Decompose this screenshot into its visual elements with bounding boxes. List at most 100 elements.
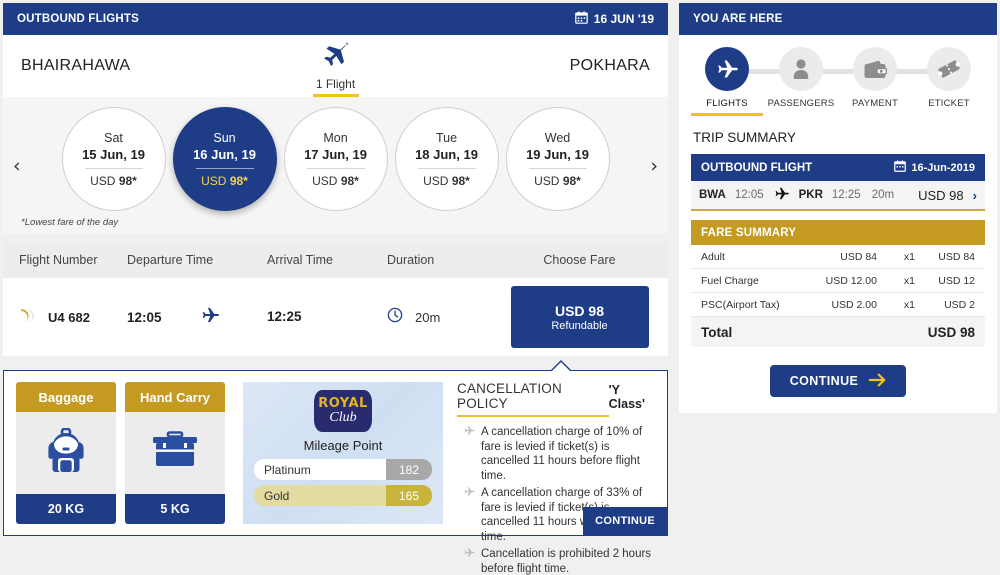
table-row[interactable]: U4 682 12:05 12:25 20m USD 98 Refundable — [3, 278, 668, 356]
continue-button-wrapper: CONTINUE — [691, 365, 985, 397]
origin-time: 12:05 — [734, 189, 764, 201]
briefcase-icon — [151, 430, 199, 476]
plane-icon — [705, 47, 749, 91]
cancellation-policy-title: CANCELLATION POLICY — [457, 381, 609, 417]
wallet-icon — [853, 47, 897, 91]
arrival-time-value: 12:25 — [267, 309, 302, 324]
date-option-3[interactable]: Tue 18 Jun, 19 USD 98* — [394, 107, 499, 211]
baggage-card: Baggage 20 KG — [16, 382, 116, 524]
date-option-fare: USD 98* — [534, 174, 581, 188]
step-active-underline — [691, 113, 763, 116]
plane-bullet-icon — [463, 547, 475, 575]
trip-summary-flight-row[interactable]: BWA 12:05 PKR 12:25 20m USD 98 › — [691, 181, 985, 211]
summary-card: TRIP SUMMARY OUTBOUND FLIGHT 16-Jun-2019… — [679, 116, 997, 413]
fare-summary-header: FARE SUMMARY — [691, 220, 985, 245]
date-option-dow: Sat — [104, 131, 123, 145]
step-passengers[interactable]: PASSENGERS — [765, 47, 837, 116]
detail-continue-button[interactable]: CONTINUE — [583, 507, 667, 535]
date-option-0[interactable]: Sat 15 Jun, 19 USD 98* — [61, 107, 166, 211]
outbound-header-title: OUTBOUND FLIGHTS — [17, 13, 140, 25]
mileage-tier-gold: Gold 165 — [254, 485, 432, 506]
fare-row-label: Adult — [701, 250, 725, 263]
destination-city: POKHARA — [569, 57, 650, 74]
step-payment[interactable]: PAYMENT — [839, 47, 911, 116]
fare-total-row: Total USD 98 — [691, 317, 985, 347]
hand-carry-title: Hand Carry — [125, 382, 225, 412]
fare-summary-title: FARE SUMMARY — [701, 226, 797, 239]
mileage-tier-list: Platinum 182 Gold 165 — [254, 459, 432, 506]
date-option-divider — [528, 168, 587, 169]
trip-summary-title: TRIP SUMMARY — [693, 130, 797, 145]
outbound-flight-date-text: 16-Jun-2019 — [911, 161, 975, 174]
hand-carry-weight: 5 KG — [125, 494, 225, 524]
continue-button[interactable]: CONTINUE — [769, 365, 907, 397]
date-option-dow: Sun — [213, 131, 236, 145]
outbound-flight-date: 16-Jun-2019 — [894, 160, 975, 175]
fare-summary-row: Adult USD 84 x1 USD 84 — [691, 245, 985, 269]
step-flights[interactable]: FLIGHTS — [691, 47, 763, 116]
trip-duration: 20m — [871, 189, 895, 201]
step-active-underline — [839, 113, 911, 116]
step-label: FLIGHTS — [706, 98, 748, 109]
lowest-fare-note: *Lowest fare of the day — [21, 217, 119, 228]
flight-detail-panel: Baggage 20 KG Hand Carry 5 KG ROYAL Club… — [3, 360, 668, 575]
royal-club-logo-line2: Club — [329, 410, 357, 425]
column-header-arrival-time: Arrival Time — [267, 253, 333, 267]
route-strip: BHAIRAHAWA 1 Flight POKHARA — [3, 35, 668, 97]
date-option-1[interactable]: Sun 16 Jun, 19 USD 98* — [172, 107, 277, 211]
step-active-underline — [765, 113, 837, 116]
date-option-dow: Mon — [323, 131, 348, 145]
fare-type: Refundable — [551, 319, 608, 332]
step-active-underline — [913, 113, 985, 116]
ticket-icon — [927, 47, 971, 91]
clock-icon — [387, 307, 403, 328]
date-option-fare: USD 98* — [201, 174, 248, 188]
mileage-tier-label: Gold — [264, 488, 290, 503]
date-carousel: ‹ › Sat 15 Jun, 19 USD 98* Sun 16 Jun, 19 USD… — [3, 97, 668, 234]
outbound-flights-column: OUTBOUND FLIGHTS 16 JUN '19 BHAIRAHAWA 1 — [3, 3, 668, 575]
step-eticket[interactable]: ETICKET — [913, 47, 985, 116]
date-carousel-row: Sat 15 Jun, 19 USD 98* Sun 16 Jun, 19 USD 98*… — [3, 107, 668, 211]
progress-stepper: FLIGHTS PASSENGERS PAYMENT ETICKET — [691, 47, 985, 116]
baggage-icon-area — [16, 412, 116, 494]
choose-fare-cell: USD 98 Refundable — [497, 286, 662, 348]
column-header-choose-fare: Choose Fare — [543, 253, 616, 267]
fare-summary-row: Fuel Charge USD 12.00 x1 USD 12 — [691, 269, 985, 293]
calendar-small-icon — [894, 160, 907, 175]
date-option-date: 15 Jun, 19 — [82, 147, 145, 162]
arrow-right-icon — [868, 373, 886, 390]
fare-row-quantity: x1 — [903, 298, 915, 311]
fare-amount: USD 98 — [554, 302, 605, 319]
destination-time: 12:25 — [831, 189, 861, 201]
hand-carry-icon-area — [125, 412, 225, 494]
airline-logo-icon — [19, 308, 41, 327]
departure-time-cell: 12:05 — [127, 307, 267, 328]
chevron-right-icon[interactable]: › — [973, 188, 977, 203]
royal-club-panel: ROYAL Club Mileage Point Platinum 182 Gold… — [243, 382, 443, 524]
fare-total-value: USD 98 — [927, 324, 975, 340]
date-option-date: 19 Jun, 19 — [526, 147, 589, 162]
flight-number-cell: U4 682 — [3, 308, 127, 327]
carousel-next-button[interactable]: › — [650, 155, 658, 177]
destination-code: PKR — [798, 189, 823, 201]
departure-time-value: 12:05 — [127, 309, 162, 325]
carousel-prev-button[interactable]: ‹ — [13, 155, 21, 177]
fare-row-total: USD 2 — [944, 298, 975, 311]
date-option-date: 18 Jun, 19 — [415, 147, 478, 162]
date-option-divider — [195, 168, 254, 169]
baggage-title: Baggage — [16, 382, 116, 412]
date-option-fare: USD 98* — [90, 174, 137, 188]
cancellation-policy-item-2: Cancellation is prohibited 2 hours befor… — [463, 547, 657, 575]
fare-total-label: Total — [701, 324, 733, 340]
you-are-here-title: YOU ARE HERE — [693, 13, 783, 25]
hand-carry-card: Hand Carry 5 KG — [125, 382, 225, 524]
choose-fare-button[interactable]: USD 98 Refundable — [510, 286, 649, 348]
plane-bullet-icon — [463, 425, 475, 483]
date-option-2[interactable]: Mon 17 Jun, 19 USD 98* — [283, 107, 388, 211]
fare-row-unit-price: USD 84 — [840, 250, 877, 263]
outbound-header-date-text: 16 JUN '19 — [593, 12, 654, 26]
flight-results-card: Flight Number Departure Time Arrival Tim… — [3, 242, 668, 356]
date-option-4[interactable]: Wed 19 Jun, 19 USD 98* — [505, 107, 610, 211]
column-header-duration: Duration — [387, 253, 435, 267]
royal-club-logo-icon: ROYAL Club — [314, 390, 372, 432]
